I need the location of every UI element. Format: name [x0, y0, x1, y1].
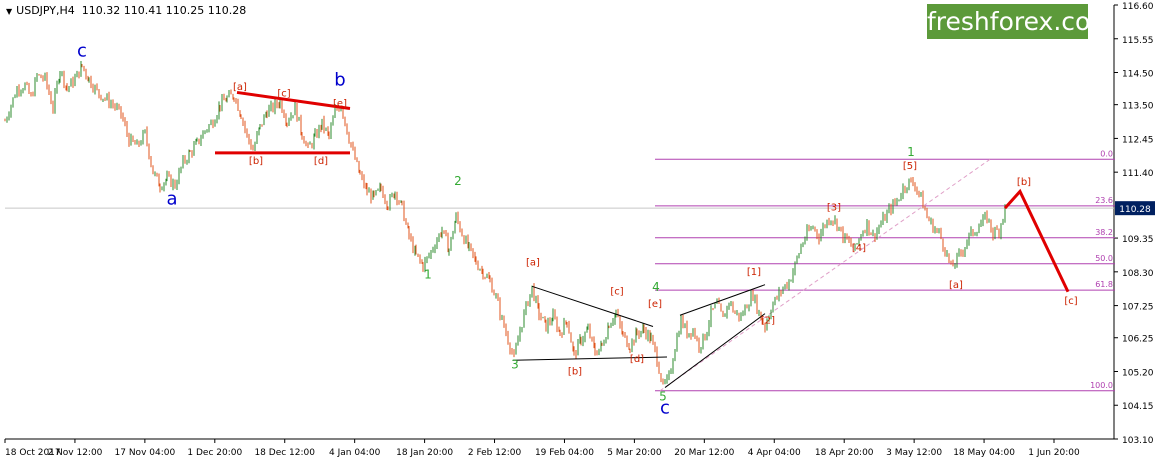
wave-label: 2 [454, 174, 462, 188]
wave-label: 3 [511, 357, 519, 371]
price-tick-label: 116.60 [1122, 2, 1154, 12]
wave-label: [d] [314, 156, 328, 167]
wave-label: [a] [526, 257, 540, 268]
time-tick-label: 5 Mar 20:00 [607, 448, 662, 458]
time-tick-label: 4 Jan 04:00 [329, 448, 381, 458]
channel-top-line [679, 284, 766, 316]
wave-label: 1 [907, 145, 915, 159]
wave-label: [2] [761, 315, 775, 326]
price-tick-label: 113.50 [1122, 102, 1154, 112]
fib-level-label: 38.2 [1095, 228, 1113, 237]
wave-label: [c] [610, 286, 623, 297]
wave-label: [b] [249, 156, 263, 167]
fib-level-label: 0.0 [1100, 149, 1113, 158]
wave-label: [e] [333, 98, 347, 109]
fib-level-label: 23.6 [1095, 196, 1113, 205]
wave-label: [1] [747, 267, 761, 278]
price-tick-label: 107.25 [1122, 303, 1154, 313]
current-price-value: 110.28 [1119, 205, 1151, 215]
projection-path [1003, 188, 1070, 293]
wave-label: 5 [659, 389, 667, 403]
wave-label: [e] [648, 299, 662, 310]
wave-label: [b] [1017, 177, 1031, 188]
time-tick-label: 18 Apr 20:00 [815, 448, 874, 458]
price-tick-label: 111.40 [1122, 169, 1154, 179]
wave-label: 1 [424, 267, 432, 281]
fib-trend-line [659, 158, 991, 392]
wave-label: [5] [903, 161, 917, 172]
price-chart: 116.60115.55114.50113.50112.45111.40110.… [4, 2, 1155, 458]
wave-label: c [77, 40, 87, 61]
price-tick-label: 115.55 [1122, 36, 1154, 46]
wave-label: [c] [277, 89, 290, 100]
price-tick-label: 105.20 [1122, 368, 1154, 378]
wave-label: [3] [827, 203, 841, 214]
wave-label: a [166, 188, 177, 209]
wave-label: b [334, 69, 345, 90]
price-tick-label: 112.45 [1122, 135, 1154, 145]
time-tick-label: 2 Feb 12:00 [468, 448, 522, 458]
channel-bottom-line [664, 313, 766, 388]
time-tick-label: 17 Nov 04:00 [115, 448, 176, 458]
price-tick-label: 104.15 [1122, 402, 1154, 412]
time-tick-label: 18 Dec 12:00 [254, 448, 315, 458]
price-tick-label: 114.50 [1122, 70, 1154, 80]
fib-level-label: 50.0 [1095, 254, 1113, 263]
wave-label: [b] [568, 367, 582, 378]
fib-level-label: 100.0 [1090, 381, 1113, 390]
price-tick-label: 103.10 [1122, 436, 1154, 446]
wave-label: 4 [652, 280, 660, 294]
time-tick-label: 19 Feb 04:00 [535, 448, 594, 458]
wave-label: [a] [233, 82, 247, 93]
time-tick-label: 1 Dec 20:00 [187, 448, 242, 458]
fib-level-label: 61.8 [1095, 280, 1113, 289]
price-tick-label: 109.35 [1122, 235, 1154, 245]
price-tick-label: 108.30 [1122, 269, 1154, 279]
wave-label: [d] [630, 354, 644, 365]
wave-label: [a] [949, 280, 963, 291]
wave-label: [4] [852, 243, 866, 254]
time-tick-label: 18 May 04:00 [953, 448, 1015, 458]
time-tick-label: 18 Jan 20:00 [396, 448, 453, 458]
wave-label: [c] [1064, 296, 1077, 307]
chart-window: ▼ USDJPY,H4 110.32 110.41 110.25 110.28 f… [0, 0, 1155, 464]
price-tick-label: 106.25 [1122, 335, 1154, 345]
time-tick-label: 1 Jun 20:00 [1028, 448, 1080, 458]
time-tick-label: 20 Mar 12:00 [674, 448, 734, 458]
time-tick-label: 3 May 12:00 [886, 448, 942, 458]
time-tick-label: 2 Nov 12:00 [47, 448, 102, 458]
time-tick-label: 4 Apr 04:00 [748, 448, 801, 458]
